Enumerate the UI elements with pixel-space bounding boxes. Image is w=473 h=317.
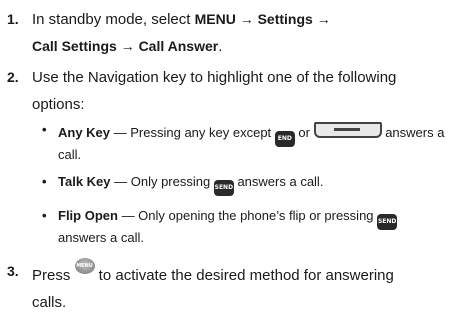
step-3-suffix: to activate the desired method for answe… <box>94 267 394 284</box>
bullet: • <box>42 122 47 137</box>
step-1-prefix: In standby mode, select <box>32 11 195 28</box>
list-item: • Any Key — Pressing any key except END … <box>42 122 472 162</box>
menu-path-part-2: Call Settings → Call Answer <box>32 38 219 54</box>
step-1-line-2: Call Settings → Call Answer. <box>32 33 331 60</box>
navigation-key-icon <box>313 122 382 138</box>
step-3-text: Press MENU OK to activate the desired me… <box>32 258 394 316</box>
option-term-flip-open: Flip Open <box>58 208 118 223</box>
bullet: • <box>42 208 47 223</box>
step-2-line-2: options: <box>32 96 85 113</box>
option-desc-line-2: call. <box>58 147 82 162</box>
list-item: • Flip Open — Only opening the phone’s f… <box>42 208 472 245</box>
option-desc: — Only opening the phone’s flip or press… <box>117 208 378 223</box>
step-number: 1. <box>7 11 19 27</box>
step-3-line-2: calls. <box>32 294 67 311</box>
option-term-any-key: Any Key <box>58 125 111 140</box>
step-1-suffix: . <box>218 38 223 55</box>
option-desc: answers a call. <box>233 174 324 189</box>
step-3-line-1: Press MENU OK to activate the desired me… <box>32 258 394 289</box>
step-1-text: In standby mode, select MENU → Settings … <box>32 6 331 60</box>
list-item: • Talk Key — Only pressing SEND answers … <box>42 174 472 196</box>
options-list: • Any Key — Pressing any key except END … <box>42 122 472 257</box>
step-1-line-1: In standby mode, select MENU → Settings … <box>32 6 331 33</box>
step-number: 3. <box>7 263 19 279</box>
end-key-icon: END <box>274 131 295 147</box>
menu-ok-key-icon: MENU OK <box>74 258 95 285</box>
step-number: 2. <box>7 69 19 85</box>
option-desc: — Pressing any key except <box>110 125 275 140</box>
step-2-text: Use the Navigation key to highlight one … <box>32 64 396 118</box>
send-key-icon: SEND <box>213 180 234 196</box>
menu-path-part-1: MENU → Settings → <box>194 11 331 27</box>
option-desc: — Only pressing <box>110 174 214 189</box>
option-desc: answers a <box>381 125 445 140</box>
bullet: • <box>42 174 47 189</box>
send-key-icon: SEND <box>377 214 398 230</box>
step-3-prefix: Press <box>32 267 75 284</box>
option-term-talk-key: Talk Key <box>58 174 111 189</box>
option-desc: or <box>294 125 314 140</box>
step-2-line-1: Use the Navigation key to highlight one … <box>32 69 397 86</box>
option-desc-line-2: answers a call. <box>58 230 144 245</box>
